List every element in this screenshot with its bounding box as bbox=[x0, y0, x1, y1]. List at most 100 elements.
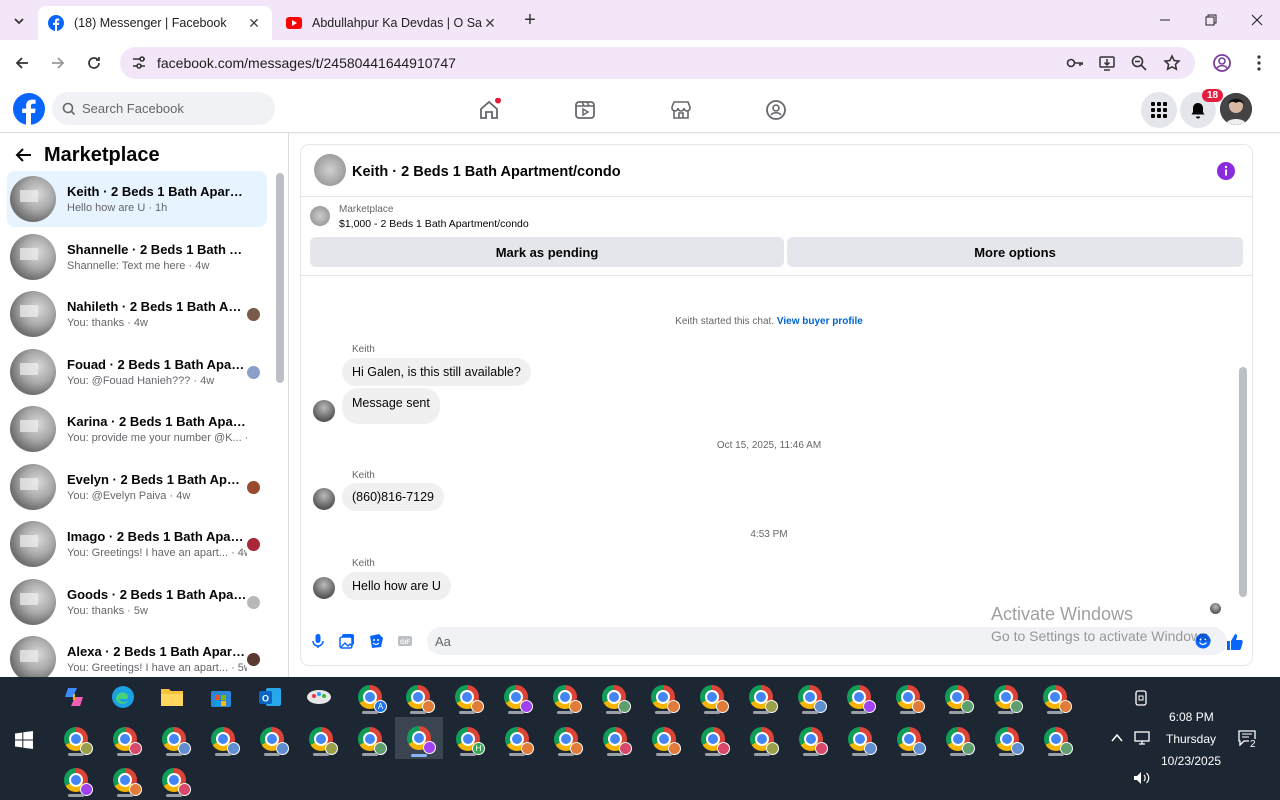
conversation-item[interactable]: Imago · 2 Beds 1 Bath Apartment/condo You… bbox=[7, 516, 267, 572]
chrome-profile-app[interactable] bbox=[447, 678, 487, 716]
thumbs-up-icon[interactable] bbox=[1226, 633, 1244, 651]
file-explorer-app[interactable] bbox=[152, 678, 192, 716]
chevron-up-icon[interactable] bbox=[1111, 733, 1123, 743]
clock-date[interactable]: 10/23/2025 bbox=[1161, 754, 1221, 768]
conversation-item[interactable]: Fouad · 2 Beds 1 Bath Apartment/condo You… bbox=[7, 344, 267, 400]
chrome-profile-app[interactable] bbox=[154, 761, 194, 799]
phone-link-icon[interactable] bbox=[1134, 690, 1148, 706]
info-icon[interactable] bbox=[1217, 162, 1235, 180]
chrome-profile-app[interactable] bbox=[105, 761, 145, 799]
chrome-profile-app[interactable] bbox=[937, 678, 977, 716]
chrome-profile-app[interactable] bbox=[1035, 678, 1075, 716]
message-bubble[interactable]: Message sent bbox=[342, 388, 440, 424]
chrome-profile-app[interactable] bbox=[692, 678, 732, 716]
chrome-profile-app[interactable] bbox=[840, 720, 880, 758]
chrome-profile-app[interactable] bbox=[791, 720, 831, 758]
chat-title[interactable]: Keith · 2 Beds 1 Bath Apartment/condo bbox=[352, 164, 621, 180]
chrome-profile-app[interactable] bbox=[398, 678, 438, 716]
edge-app[interactable] bbox=[103, 678, 143, 716]
minimize-button[interactable] bbox=[1150, 8, 1180, 32]
sticker-icon[interactable] bbox=[368, 633, 384, 649]
chrome-profile-app[interactable] bbox=[350, 720, 390, 758]
tab-search-button[interactable] bbox=[8, 10, 30, 32]
new-tab-button[interactable]: + bbox=[518, 10, 542, 32]
message-bubble[interactable]: Hello how are U bbox=[342, 572, 451, 600]
conversation-item[interactable]: Goods · 2 Beds 1 Bath Apartment/condo You… bbox=[7, 574, 267, 630]
home-icon[interactable] bbox=[477, 98, 501, 122]
groups-icon[interactable] bbox=[764, 98, 788, 122]
outlook-app[interactable]: O bbox=[250, 678, 290, 716]
chrome-profile-app[interactable] bbox=[987, 720, 1027, 758]
url-text[interactable]: facebook.com/messages/t/2458044164491074… bbox=[157, 55, 456, 71]
chrome-profile-app[interactable] bbox=[56, 720, 96, 758]
sender-avatar[interactable] bbox=[313, 400, 335, 422]
chrome-profile-app[interactable] bbox=[496, 678, 536, 716]
more-menu-icon[interactable] bbox=[1249, 53, 1269, 73]
more-options-button[interactable]: More options bbox=[787, 237, 1243, 267]
chrome-profile-app[interactable] bbox=[546, 720, 586, 758]
bookmark-star-icon[interactable] bbox=[1163, 54, 1181, 72]
tab-messenger[interactable]: (18) Messenger | Facebook ✕ bbox=[38, 6, 272, 40]
notification-center-button[interactable]: 2 bbox=[1238, 730, 1260, 752]
chrome-profile-app[interactable] bbox=[497, 720, 537, 758]
photo-icon[interactable] bbox=[339, 633, 355, 649]
conversation-item[interactable]: Karina · 2 Beds 1 Bath Apartment/condo Yo… bbox=[7, 401, 267, 457]
chrome-profile-app[interactable] bbox=[889, 720, 929, 758]
chrome-profile-app[interactable]: H bbox=[448, 720, 488, 758]
chat-avatar[interactable] bbox=[314, 154, 346, 186]
back-arrow-icon[interactable] bbox=[14, 145, 34, 165]
chrome-profile-app-active[interactable] bbox=[395, 717, 443, 759]
close-window-button[interactable] bbox=[1242, 8, 1272, 32]
chrome-profile-app[interactable]: A bbox=[350, 678, 390, 716]
listing-description[interactable]: $1,000 - 2 Beds 1 Bath Apartment/condo bbox=[339, 218, 529, 230]
chrome-profile-app[interactable] bbox=[595, 720, 635, 758]
chrome-profile-app[interactable] bbox=[693, 720, 733, 758]
chrome-profile-app[interactable] bbox=[301, 720, 341, 758]
chrome-profile-app[interactable] bbox=[594, 678, 634, 716]
chrome-profile-app[interactable] bbox=[56, 761, 96, 799]
tab-youtube[interactable]: Abdullahpur Ka Devdas | O Sahi ✕ bbox=[276, 6, 508, 40]
sender-avatar[interactable] bbox=[313, 577, 335, 599]
chrome-profile-app[interactable] bbox=[105, 720, 145, 758]
message-bubble[interactable]: Hi Galen, is this still available? bbox=[342, 358, 531, 386]
chrome-profile-app[interactable] bbox=[888, 678, 928, 716]
reload-button[interactable] bbox=[83, 52, 105, 74]
chrome-profile-app[interactable] bbox=[742, 720, 782, 758]
chrome-profile-app[interactable] bbox=[986, 678, 1026, 716]
close-tab-icon[interactable]: ✕ bbox=[246, 15, 262, 32]
video-icon[interactable] bbox=[573, 98, 597, 122]
sidebar-scrollbar[interactable] bbox=[276, 173, 284, 383]
restore-button[interactable] bbox=[1196, 8, 1226, 32]
pinned-app[interactable] bbox=[299, 678, 339, 716]
chrome-profile-app[interactable] bbox=[644, 720, 684, 758]
volume-icon[interactable] bbox=[1133, 771, 1151, 785]
chrome-profile-app[interactable] bbox=[741, 678, 781, 716]
gif-icon[interactable]: GIF bbox=[397, 633, 413, 649]
conversation-item[interactable]: Evelyn · 2 Beds 1 Bath Apartment/condo Yo… bbox=[7, 459, 267, 515]
chrome-profile-app[interactable] bbox=[790, 678, 830, 716]
zoom-icon[interactable] bbox=[1130, 54, 1148, 72]
sender-avatar[interactable] bbox=[313, 488, 335, 510]
clock-time[interactable]: 6:08 PM bbox=[1169, 710, 1214, 724]
chrome-profile-app[interactable] bbox=[154, 720, 194, 758]
facebook-search[interactable] bbox=[52, 92, 275, 125]
store-app[interactable] bbox=[201, 678, 241, 716]
mark-pending-button[interactable]: Mark as pending bbox=[310, 237, 784, 267]
close-tab-icon[interactable]: ✕ bbox=[482, 15, 498, 32]
message-bubble[interactable]: (860)816-7129 bbox=[342, 483, 445, 511]
site-info-icon[interactable] bbox=[130, 54, 148, 72]
facebook-logo-icon[interactable] bbox=[13, 93, 45, 125]
clock-day[interactable]: Thursday bbox=[1166, 732, 1216, 746]
chrome-profile-app[interactable] bbox=[203, 720, 243, 758]
address-bar[interactable]: facebook.com/messages/t/2458044164491074… bbox=[120, 47, 1195, 79]
account-avatar[interactable] bbox=[1220, 93, 1252, 125]
chrome-profile-app[interactable] bbox=[545, 678, 585, 716]
microphone-icon[interactable] bbox=[310, 633, 326, 649]
chrome-profile-app[interactable] bbox=[1036, 720, 1076, 758]
key-icon[interactable] bbox=[1066, 54, 1084, 72]
listing-thumbnail[interactable] bbox=[310, 206, 330, 226]
conversation-item[interactable]: Keith · 2 Beds 1 Bath Apartment/condo Hel… bbox=[7, 171, 267, 227]
marketplace-icon[interactable] bbox=[669, 98, 693, 122]
chrome-profile-app[interactable] bbox=[643, 678, 683, 716]
search-input[interactable] bbox=[82, 101, 262, 116]
